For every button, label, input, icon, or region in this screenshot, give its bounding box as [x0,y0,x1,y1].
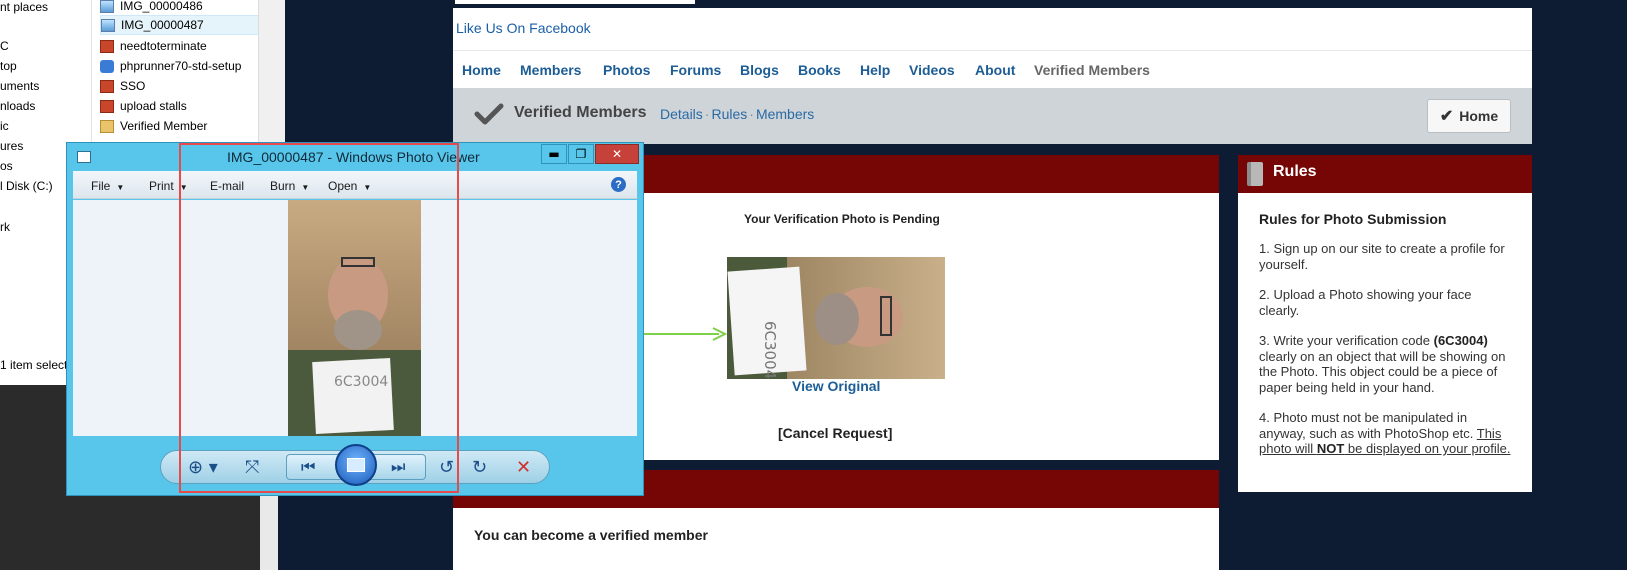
nav-members[interactable]: Members [520,62,581,78]
nav-item-downloads[interactable]: nloads [0,99,35,113]
rules-heading: Rules for Photo Submission [1259,211,1447,227]
menu-file[interactable]: File ▼ [91,179,124,193]
file-item[interactable]: SSO [100,76,280,96]
file-name: upload stalls [120,99,187,113]
nav-forums[interactable]: Forums [670,62,721,78]
nav-item-computer[interactable]: C [0,39,9,53]
file-name: phprunner70-std-setup [120,59,242,73]
nav-videos[interactable]: Videos [909,62,955,78]
nav-blogs[interactable]: Blogs [740,62,779,78]
facebook-bar [453,8,1532,50]
image-file-icon [100,0,114,13]
verification-code: (6C3004) [1433,333,1488,348]
nav-help[interactable]: Help [860,62,890,78]
rule-4-not: NOT [1316,441,1345,456]
facebook-link[interactable]: Like Us On Facebook [456,20,591,36]
nav-item-recent-places[interactable]: nt places [0,0,48,14]
document-file-icon [100,99,114,113]
file-name: IMG_00000487 [121,18,204,32]
nav-item-desktop[interactable]: top [0,59,17,73]
nav-about[interactable]: About [975,62,1015,78]
nav-item-videos[interactable]: os [0,159,13,173]
rule-3-text-cont: clearly on an object that will be showin… [1259,348,1506,395]
sublink-rules[interactable]: Rules [711,106,747,122]
separator: · [704,106,710,122]
zip-folder-icon [100,119,114,133]
nav-item-music[interactable]: ic [0,119,9,133]
rule-4-u2: be displayed on your profile. [1344,441,1511,456]
photo-note-code: 6C3004 [761,321,779,379]
file-name: IMG_00000486 [120,0,203,13]
nav-verified-members[interactable]: Verified Members [1034,62,1150,78]
explorer-status-text: 1 item select [0,358,68,372]
separator: · [749,106,754,122]
verification-photo-image: 6C3004 [727,257,945,379]
file-item[interactable]: phprunner70-std-setup [100,56,280,76]
minimize-button[interactable]: ▬ [541,144,567,164]
highlight-box-annotation [179,143,459,493]
maximize-button[interactable]: ❐ [568,144,594,164]
file-item[interactable]: needtoterminate [100,36,280,56]
file-name: needtoterminate [120,39,207,53]
rule-4-text: 4. Photo must not be manipulated in anyw… [1259,410,1477,441]
verification-photo[interactable]: 6C3004 [727,257,945,379]
nav-photos[interactable]: Photos [603,62,650,78]
sublink-members[interactable]: Members [756,106,814,122]
rule-4: 4. Photo must not be manipulated in anyw… [1259,410,1515,457]
delete-icon[interactable]: ✕ [516,457,531,478]
breadcrumb: Details · Rules · Members [660,106,814,122]
rotate-cw-icon[interactable]: ↻ [472,457,487,478]
checkmark-icon [474,103,504,125]
nav-item-pictures[interactable]: ures [0,139,23,153]
nav-item-documents[interactable]: uments [0,79,39,93]
document-file-icon [100,39,114,53]
nav-books[interactable]: Books [798,62,841,78]
sublink-details[interactable]: Details [660,106,703,122]
close-button[interactable]: ✕ [595,144,639,164]
become-verified-text: You can become a verified member [474,527,708,543]
file-item-selected[interactable]: IMG_00000487 [100,15,280,35]
rule-3-text: 3. Write your verification code [1259,333,1434,348]
rule-1: 1. Sign up on our site to create a profi… [1259,241,1505,272]
rule-2: 2. Upload a Photo showing your face clea… [1259,287,1472,318]
nav-item-network[interactable]: rk [0,220,10,234]
file-item[interactable]: Verified Member [100,116,280,136]
cancel-request-link[interactable]: [Cancel Request] [778,425,892,441]
setup-file-icon [100,59,114,73]
pending-title: Your Verification Photo is Pending [744,212,940,226]
check-icon: ✔ [1439,108,1454,125]
file-name: SSO [120,79,146,93]
menu-print-label: Print [149,179,174,193]
rule-3: 3. Write your verification code (6C3004)… [1259,333,1515,395]
home-button-label: Home [1459,108,1499,124]
document-file-icon [100,79,114,93]
page-top-strip [455,0,695,4]
help-icon[interactable]: ? [611,177,626,192]
nav-home[interactable]: Home [462,62,501,78]
file-item[interactable]: IMG_00000486 [100,0,280,16]
rules-title: Rules [1273,163,1317,180]
main-nav: Home Members Photos Forums Blogs Books H… [453,50,1532,88]
caret-down-icon: ▼ [116,183,125,192]
menu-file-label: File [91,179,111,193]
file-name: Verified Member [120,119,208,133]
nav-item-local-disk[interactable]: l Disk (C:) [0,179,53,193]
view-original-link[interactable]: View Original [792,378,880,394]
page-title: Verified Members [514,104,647,121]
file-item[interactable]: upload stalls [100,96,280,116]
home-button[interactable]: ✔ Home [1427,99,1511,133]
image-file-icon [101,18,115,32]
book-icon [1247,162,1263,186]
photo-viewer-app-icon [77,151,91,163]
